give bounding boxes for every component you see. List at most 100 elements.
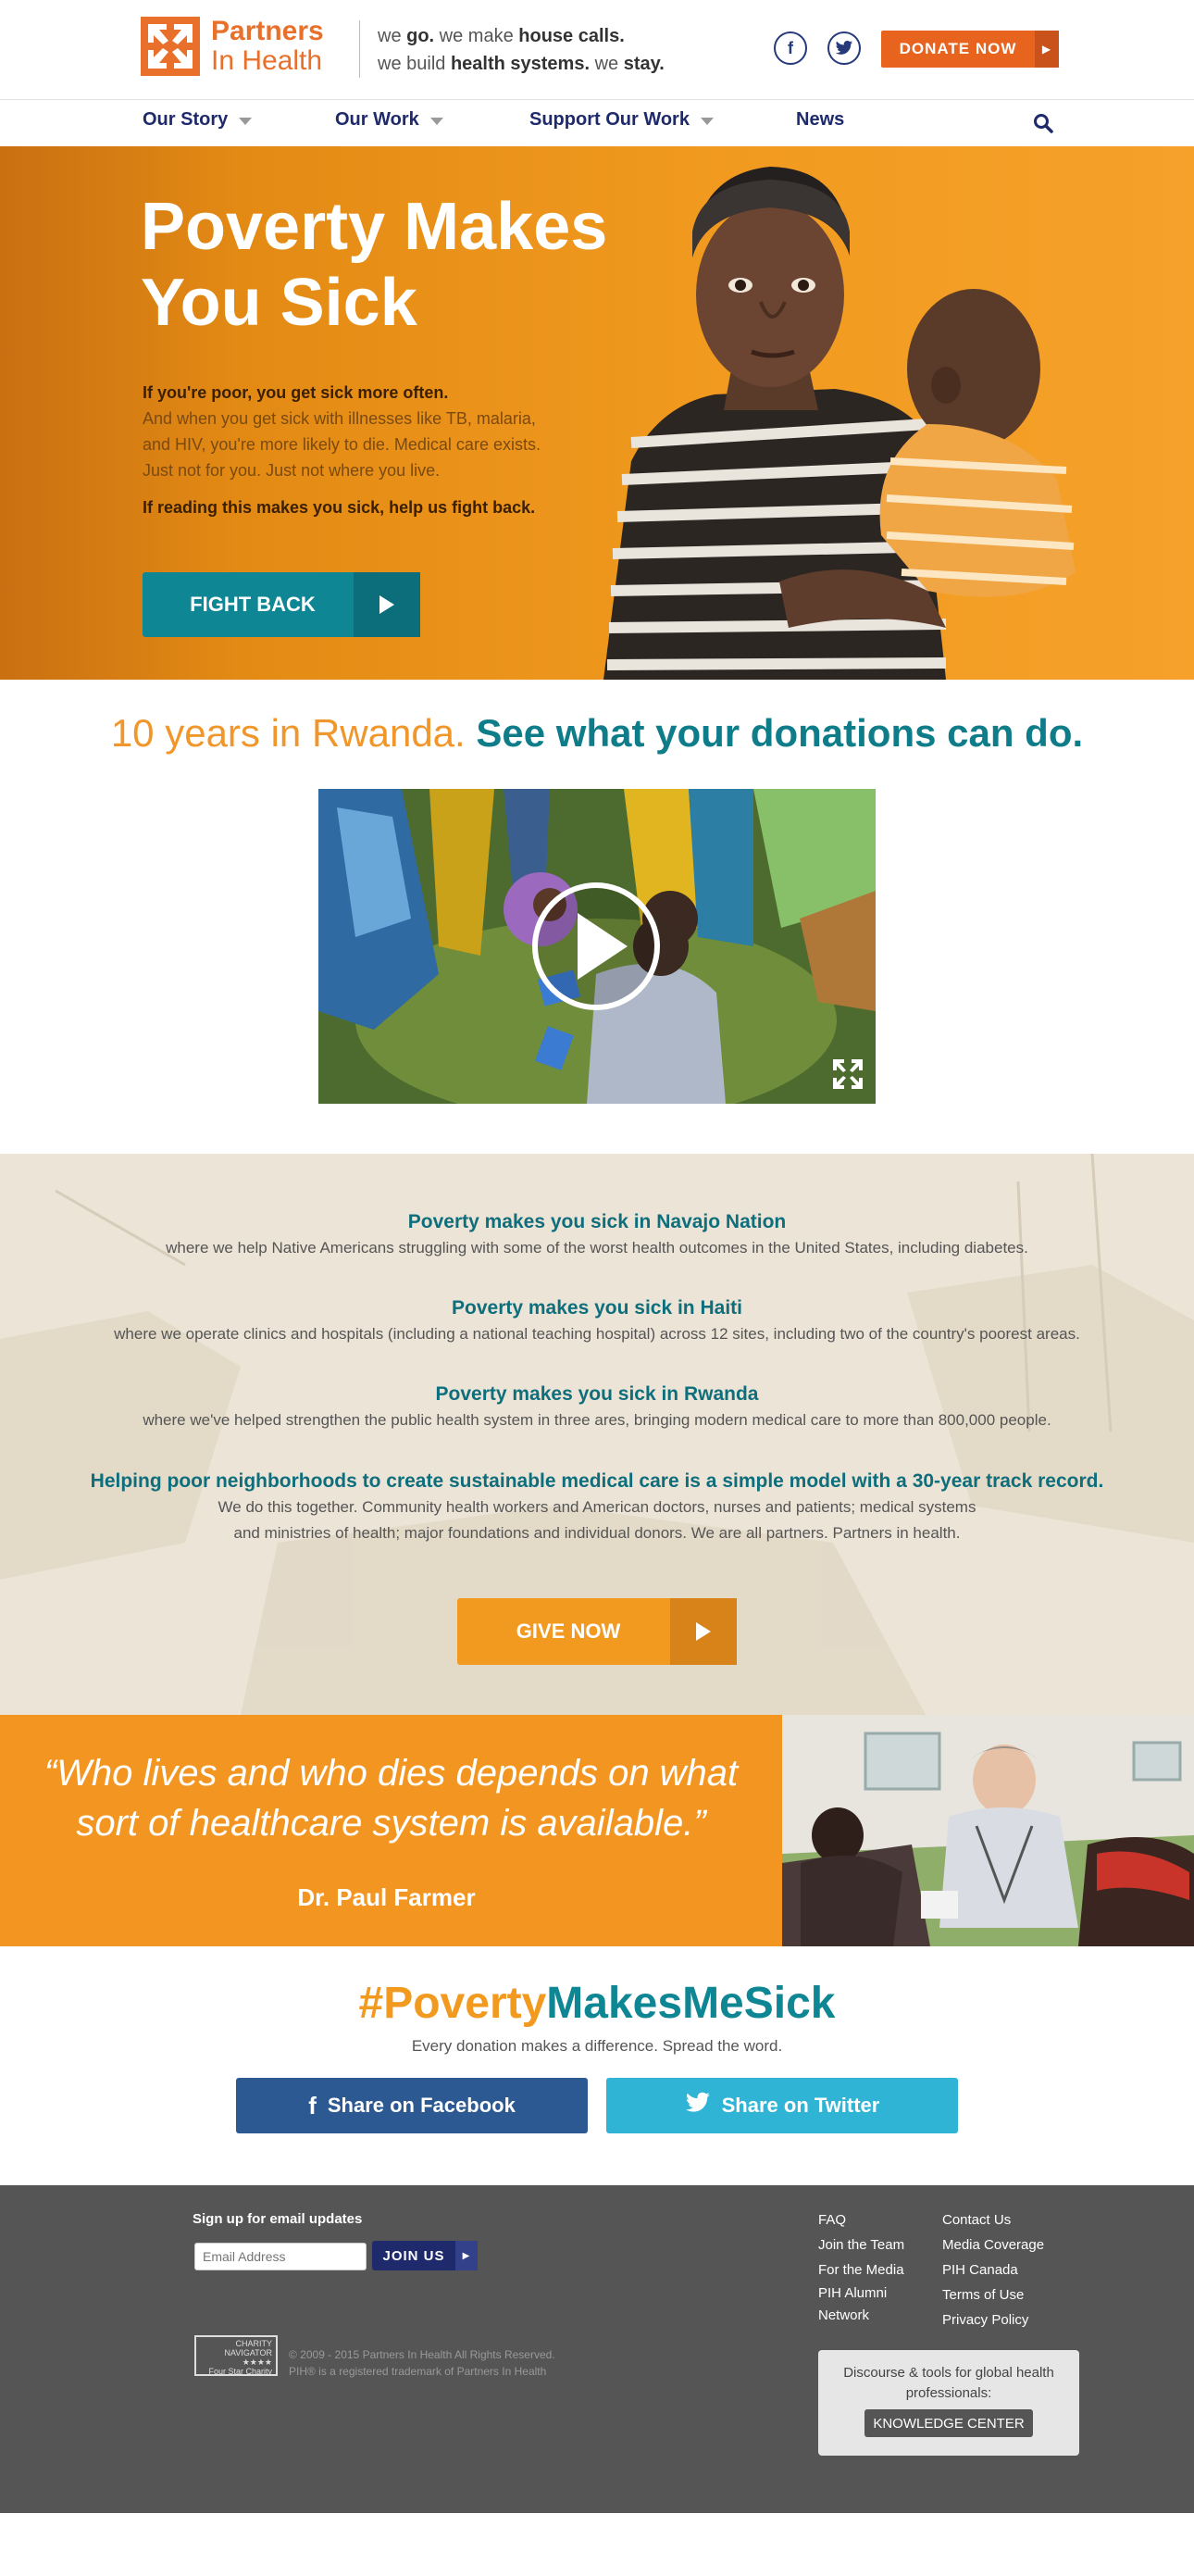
badge-line-3: Four Star Charity — [208, 2367, 272, 2376]
share-twitter-button[interactable]: Share on Twitter — [606, 2078, 958, 2133]
quote-text: “Who lives and who dies depends on what … — [0, 1748, 782, 1848]
tagline-text: we build — [378, 54, 451, 74]
give-now-button[interactable]: GIVE NOW — [457, 1598, 737, 1665]
spread-the-word: Every donation makes a difference. Sprea… — [411, 2037, 783, 2055]
navajo-block: Poverty makes you sick in Navajo Nation … — [0, 1209, 1194, 1261]
nav-our-work[interactable]: Our Work — [335, 109, 443, 131]
hero-intro-bold: If you're poor, you get sick more often. — [143, 383, 449, 402]
footer-link-privacy[interactable]: Privacy Policy — [942, 2307, 1044, 2332]
footer-link-contact[interactable]: Contact Us — [942, 2207, 1044, 2232]
tagline-bold: go. — [406, 26, 435, 46]
rwanda-bold: See what your donations can do. — [476, 711, 1084, 755]
header-tagline: we go. we make house calls. we build hea… — [378, 22, 665, 78]
nav-support-our-work[interactable]: Support Our Work — [529, 109, 714, 131]
hero-title-line-2: You Sick — [141, 266, 417, 340]
arrow-right-icon: ▶ — [455, 2241, 478, 2270]
nav-label: Our Story — [143, 109, 229, 130]
search-icon[interactable] — [1033, 113, 1053, 133]
haiti-block: Poverty makes you sick in Haiti where we… — [0, 1295, 1194, 1347]
quote-line-1: “Who lives and who dies depends on what — [44, 1753, 739, 1794]
logo-wordmark: Partners In Health — [211, 17, 324, 76]
email-field[interactable] — [194, 2243, 367, 2270]
footer-link-pih-canada[interactable]: PIH Canada — [942, 2257, 1044, 2282]
donate-now-button[interactable]: DONATE NOW ▶ — [881, 31, 1059, 68]
facebook-icon[interactable]: f — [774, 31, 807, 65]
hero-intro-text: And when you get sick with illnesses lik… — [143, 409, 541, 480]
tagline-text: we — [378, 26, 407, 46]
nav-news[interactable]: News — [796, 109, 844, 131]
give-now-label: GIVE NOW — [516, 1619, 621, 1643]
badge-line-1: CHARITY — [235, 2339, 272, 2348]
nav-label: Support Our Work — [529, 109, 690, 130]
share-twitter-label: Share on Twitter — [721, 2094, 880, 2117]
knowledge-center-box: Discourse & tools for global health prof… — [818, 2350, 1079, 2456]
chevron-down-icon — [429, 117, 443, 125]
nav-label: Our Work — [335, 109, 419, 130]
badge-line-2: NAVIGATOR — [224, 2348, 272, 2357]
rwanda-lead: 10 years in Rwanda. — [110, 711, 466, 755]
play-arrow-icon — [354, 572, 420, 637]
twitter-icon[interactable] — [827, 31, 861, 65]
trademark-line: PIH® is a registered trademark of Partne… — [289, 2365, 547, 2378]
hashtag-heading: #PovertyMakesMeSick — [0, 1978, 1194, 2029]
site-header: Partners In Health we go. we make house … — [0, 0, 1194, 100]
join-us-label: JOIN US — [382, 2247, 445, 2264]
donate-arrow-icon: ▶ — [1035, 31, 1059, 68]
footer-link-faq[interactable]: FAQ — [818, 2207, 911, 2232]
doctor-with-patients-photo — [782, 1715, 1194, 1946]
model-text-2: and ministries of health; major foundati… — [233, 1524, 961, 1542]
footer-link-alumni[interactable]: PIH Alumni Network — [818, 2282, 911, 2327]
navajo-text: where we help Native Americans strugglin… — [166, 1239, 1028, 1257]
copyright-text: © 2009 - 2015 Partners In Health All Rig… — [289, 2346, 555, 2380]
twitter-icon — [685, 2092, 711, 2120]
header-divider — [359, 20, 360, 78]
model-heading: Helping poor neighborhoods to create sus… — [90, 1470, 1104, 1492]
play-arrow-icon — [670, 1598, 737, 1665]
donate-now-label: DONATE NOW — [899, 40, 1017, 57]
rwanda-block: Poverty makes you sick in Rwanda where w… — [0, 1382, 1194, 1433]
logo-line-1: Partners — [211, 16, 324, 46]
footer-links-col-1: FAQ Join the Team For the Media PIH Alum… — [818, 2207, 911, 2327]
footer-link-join-team[interactable]: Join the Team — [818, 2232, 911, 2257]
nav-label: News — [796, 109, 845, 130]
footer-links-col-2: Contact Us Media Coverage PIH Canada Ter… — [942, 2207, 1044, 2332]
hashtag-part-1: #Poverty — [358, 1979, 547, 2028]
navajo-heading: Poverty makes you sick in Navajo Nation — [407, 1211, 787, 1232]
tagline-bold: health systems. — [450, 54, 591, 74]
fight-back-button[interactable]: FIGHT BACK — [143, 572, 420, 637]
hero-title: Poverty Makes You Sick — [141, 189, 607, 341]
knowledge-center-button[interactable]: KNOWLEDGE CENTER — [864, 2409, 1033, 2437]
chevron-down-icon — [700, 117, 714, 125]
rwanda-heading: Poverty makes you sick in Rwanda — [435, 1383, 759, 1405]
pih-hands-logo-icon — [141, 17, 200, 76]
badge-stars: ★★★★ — [242, 2357, 272, 2367]
pih-logo[interactable]: Partners In Health — [141, 17, 324, 76]
email-signup-label: Sign up for email updates — [193, 2211, 363, 2227]
hero-call: If reading this makes you sick, help us … — [143, 498, 536, 517]
footer-link-for-media[interactable]: For the Media — [818, 2257, 911, 2282]
tagline-bold: house calls. — [518, 26, 625, 46]
charity-navigator-badge[interactable]: CHARITY NAVIGATOR ★★★★ Four Star Charity — [194, 2335, 278, 2376]
footer-link-media-coverage[interactable]: Media Coverage — [942, 2232, 1044, 2257]
join-us-button[interactable]: JOIN US ▶ — [372, 2241, 478, 2270]
haiti-text: where we operate clinics and hospitals (… — [114, 1325, 1080, 1343]
nav-our-story[interactable]: Our Story — [143, 109, 253, 131]
share-facebook-label: Share on Facebook — [327, 2094, 516, 2117]
tagline-text: we make — [434, 26, 519, 46]
hashtag-part-2: MakesMeSick — [546, 1979, 836, 2028]
tagline-text: we — [590, 54, 624, 74]
haiti-heading: Poverty makes you sick in Haiti — [452, 1297, 742, 1319]
rwanda-video-player[interactable] — [318, 789, 876, 1104]
quote-author: Dr. Paul Farmer — [297, 1883, 476, 1911]
share-facebook-button[interactable]: f Share on Facebook — [236, 2078, 588, 2133]
footer-link-terms[interactable]: Terms of Use — [942, 2282, 1044, 2307]
facebook-glyph: f — [788, 38, 793, 57]
site-footer: Sign up for email updates JOIN US ▶ CHAR… — [0, 2185, 1194, 2513]
facebook-icon: f — [308, 2091, 317, 2120]
fight-back-label: FIGHT BACK — [190, 593, 316, 616]
tagline-bold: stay. — [623, 54, 665, 74]
farmer-quote: “Who lives and who dies depends on what … — [0, 1715, 782, 1946]
knowledge-center-text: Discourse & tools for global health prof… — [843, 2365, 1054, 2401]
copyright-line: © 2009 - 2015 Partners In Health All Rig… — [289, 2348, 555, 2361]
model-text: We do this together. Community health wo… — [218, 1498, 976, 1516]
